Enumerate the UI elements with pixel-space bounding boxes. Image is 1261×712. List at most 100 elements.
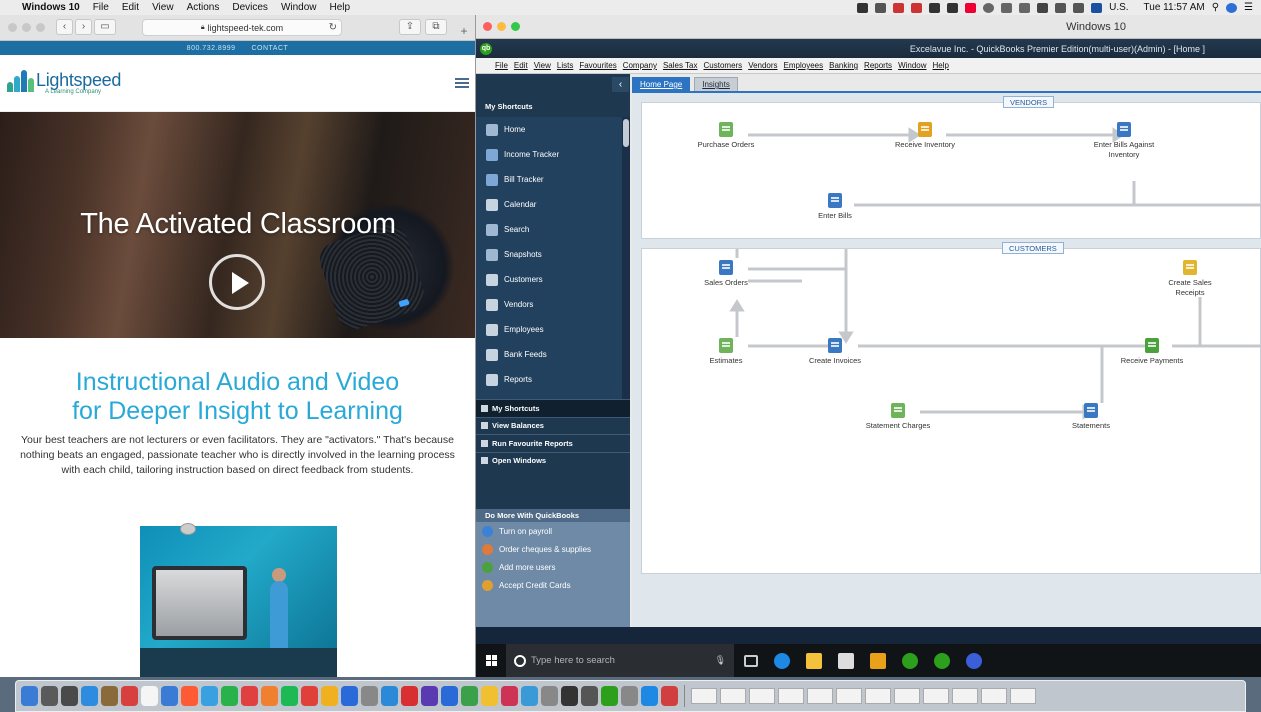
dock-app-icon[interactable]	[421, 686, 438, 706]
app-taskbar-icon[interactable]	[966, 652, 982, 669]
dock-app-icon[interactable]	[561, 686, 578, 706]
dock-minimized-window[interactable]	[952, 688, 978, 704]
nav-panel-open-windows[interactable]: Open Windows	[476, 451, 630, 470]
tabs-overview-icon[interactable]: ⧉	[425, 19, 447, 35]
dock-app-icon[interactable]	[241, 686, 258, 706]
dock-app-icon[interactable]	[461, 686, 478, 706]
shortcut-vendors[interactable]: Vendors	[476, 292, 622, 317]
close-button[interactable]	[8, 23, 17, 32]
dock-app-icon[interactable]	[321, 686, 338, 706]
dock-app-icon[interactable]	[301, 686, 318, 706]
taskbar-search[interactable]: Type here to search 🎙︎	[506, 644, 734, 677]
enter-bills-against-inventory-node[interactable]: Enter Bills Against Inventory	[1089, 122, 1159, 160]
zoom-button[interactable]	[511, 22, 520, 31]
dock-app-icon[interactable]	[41, 686, 58, 706]
nav-panel-view-balances[interactable]: View Balances	[476, 416, 630, 435]
qb-menu-help[interactable]: Help	[933, 61, 949, 70]
wifi-icon[interactable]	[1037, 2, 1049, 13]
qb-menu-reports[interactable]: Reports	[864, 61, 892, 70]
qb-menu-favourites[interactable]: Favourites	[579, 61, 616, 70]
dock-app-icon[interactable]	[181, 686, 198, 706]
share-icon[interactable]: ⇪	[399, 19, 421, 35]
status-app-icon[interactable]	[929, 2, 941, 13]
task-view-icon[interactable]	[744, 654, 758, 667]
microphone-icon[interactable]: 🎙︎	[715, 655, 726, 666]
hamburger-menu-icon[interactable]	[455, 78, 469, 90]
receive-payments-node[interactable]: Receive Payments	[1117, 338, 1187, 366]
sales-orders-node[interactable]: Sales Orders	[691, 260, 761, 288]
start-button[interactable]	[476, 655, 506, 666]
estimates-node[interactable]: Estimates	[691, 338, 761, 366]
dock-app-icon[interactable]	[621, 686, 638, 706]
menu-help[interactable]: Help	[330, 2, 351, 13]
shortcut-bank-feeds[interactable]: Bank Feeds	[476, 342, 622, 367]
collapse-nav-icon[interactable]: ‹	[612, 77, 629, 92]
notification-center-icon[interactable]: ☰	[1244, 2, 1253, 13]
phone-link[interactable]: 800.732.8999	[187, 45, 236, 52]
dock-minimized-window[interactable]	[749, 688, 775, 704]
flag-icon[interactable]	[1091, 2, 1103, 13]
volume-icon[interactable]	[1073, 2, 1085, 13]
menu-actions[interactable]: Actions	[187, 2, 220, 13]
qb-menu-banking[interactable]: Banking	[829, 61, 858, 70]
nav-panel-run-favourite-reports[interactable]: Run Favourite Reports	[476, 434, 630, 452]
dock-app-icon[interactable]	[261, 686, 278, 706]
spotlight-icon[interactable]: ⚲	[1212, 2, 1219, 13]
do-more-order-cheques-supplies[interactable]: Order cheques & supplies	[476, 540, 630, 558]
lightspeed-logo[interactable]: Lightspeed A Learning Company	[7, 68, 121, 95]
dock-app-icon[interactable]	[61, 686, 78, 706]
clock[interactable]: Tue 11:57 AM	[1144, 2, 1205, 13]
dock-minimized-window[interactable]	[778, 688, 804, 704]
status-app-icon[interactable]	[947, 2, 959, 13]
dock-app-icon[interactable]	[221, 686, 238, 706]
qb-menu-edit[interactable]: Edit	[514, 61, 528, 70]
dock-app-icon[interactable]	[521, 686, 538, 706]
qb-menu-lists[interactable]: Lists	[557, 61, 573, 70]
shortcut-calendar[interactable]: Calendar	[476, 192, 622, 217]
play-icon[interactable]	[209, 254, 265, 310]
qb-menu-customers[interactable]: Customers	[704, 61, 743, 70]
status-app-icon[interactable]	[911, 2, 923, 13]
dock-minimized-window[interactable]	[691, 688, 717, 704]
menu-app-name[interactable]: Windows 10	[22, 2, 80, 13]
hero-video[interactable]: The Activated Classroom	[0, 112, 475, 338]
dock-app-icon[interactable]	[401, 686, 418, 706]
dock-minimized-window[interactable]	[894, 688, 920, 704]
dock-app-icon[interactable]	[661, 686, 678, 706]
dock-app-icon[interactable]	[601, 686, 618, 706]
shortcut-scrollbar[interactable]	[622, 117, 630, 399]
dock-app-icon[interactable]	[201, 686, 218, 706]
enter-bills-node[interactable]: Enter Bills	[800, 193, 870, 221]
dock-minimized-window[interactable]	[923, 688, 949, 704]
input-source[interactable]: U.S.	[1109, 2, 1128, 13]
purchase-orders-node[interactable]: Purchase Orders	[691, 122, 761, 150]
qb-menu-window[interactable]: Window	[898, 61, 926, 70]
receive-inventory-node[interactable]: Receive Inventory	[890, 122, 960, 150]
menu-view[interactable]: View	[152, 2, 174, 13]
parallels-pause-icon[interactable]	[965, 2, 977, 13]
qb-menu-company[interactable]: Company	[623, 61, 657, 70]
dock-minimized-window[interactable]	[865, 688, 891, 704]
create-invoices-node[interactable]: Create Invoices	[800, 338, 870, 366]
dock-app-icon[interactable]	[581, 686, 598, 706]
reload-icon[interactable]: ↻	[329, 22, 337, 33]
bluetooth-icon[interactable]	[1001, 2, 1013, 13]
classroom-image[interactable]	[140, 526, 337, 677]
minimize-button[interactable]	[497, 22, 506, 31]
minimize-button[interactable]	[22, 23, 31, 32]
nav-panel-my-shortcuts[interactable]: My Shortcuts	[476, 399, 630, 417]
do-more-add-more-users[interactable]: Add more users	[476, 558, 630, 576]
quickbooks-taskbar-icon[interactable]	[934, 652, 950, 669]
menu-file[interactable]: File	[93, 2, 109, 13]
dock-app-icon[interactable]	[501, 686, 518, 706]
dock-app-icon[interactable]	[121, 686, 138, 706]
statements-node[interactable]: Statements	[1056, 403, 1126, 431]
statement-charges-node[interactable]: Statement Charges	[863, 403, 933, 431]
media-player-icon[interactable]	[870, 652, 886, 669]
close-button[interactable]	[483, 22, 492, 31]
zoom-button[interactable]	[36, 23, 45, 32]
time-machine-icon[interactable]	[983, 2, 995, 13]
quickbooks-taskbar-icon[interactable]	[902, 652, 918, 669]
shortcut-customers[interactable]: Customers	[476, 267, 622, 292]
shortcut-live-community[interactable]: Live Community	[476, 392, 622, 399]
